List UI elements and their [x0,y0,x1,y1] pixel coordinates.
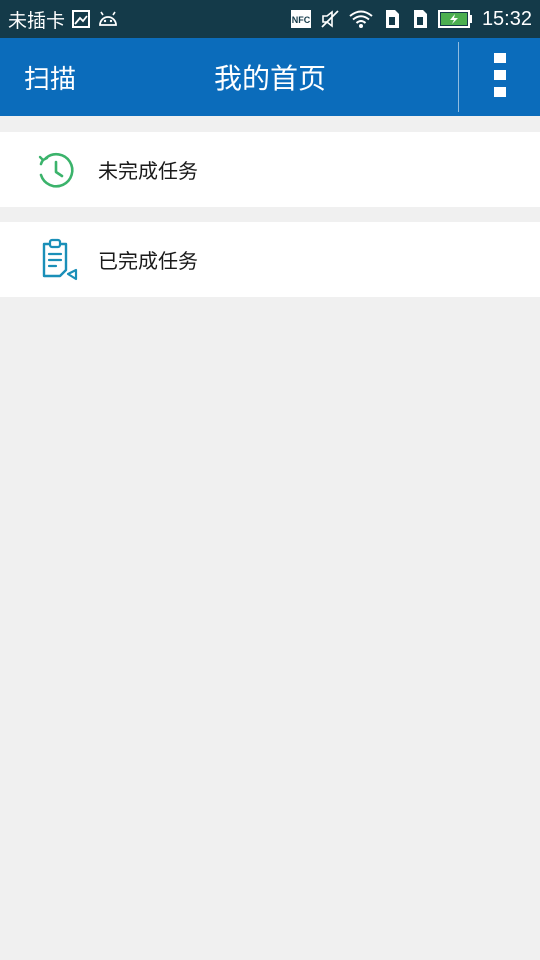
scan-button[interactable]: 扫描 [24,38,76,116]
mute-icon [320,9,340,29]
status-left: 未插卡 [8,0,119,38]
appbar-divider [458,42,459,112]
nfc-icon: NFC [290,9,312,29]
more-menu-button[interactable] [460,38,540,116]
image-icon [71,9,91,29]
status-right: NFC 15:32 [290,0,532,38]
sim1-icon [382,8,402,30]
page-title: 我的首页 [213,62,326,95]
list-item-label: 未完成任务 [98,159,198,183]
more-vertical-icon [493,52,507,102]
sim2-icon [410,8,430,30]
clock-refresh-icon [36,151,76,191]
list-item-incomplete-tasks[interactable]: 未完成任务 [0,132,540,207]
svg-text:NFC: NFC [292,15,311,25]
android-icon [97,10,119,28]
status-time: 15:32 [481,7,532,30]
app-bar: 扫描 我的首页 [0,38,540,116]
carrier-text: 未插卡 [8,9,66,32]
list-item-label: 已完成任务 [98,249,198,273]
wifi-icon [348,9,374,29]
list-item-completed-tasks[interactable]: 已完成任务 [0,222,540,297]
status-bar: 未插卡 NFC 15:32 [0,0,540,38]
clipboard-edit-icon [36,238,78,281]
battery-icon [437,9,474,29]
